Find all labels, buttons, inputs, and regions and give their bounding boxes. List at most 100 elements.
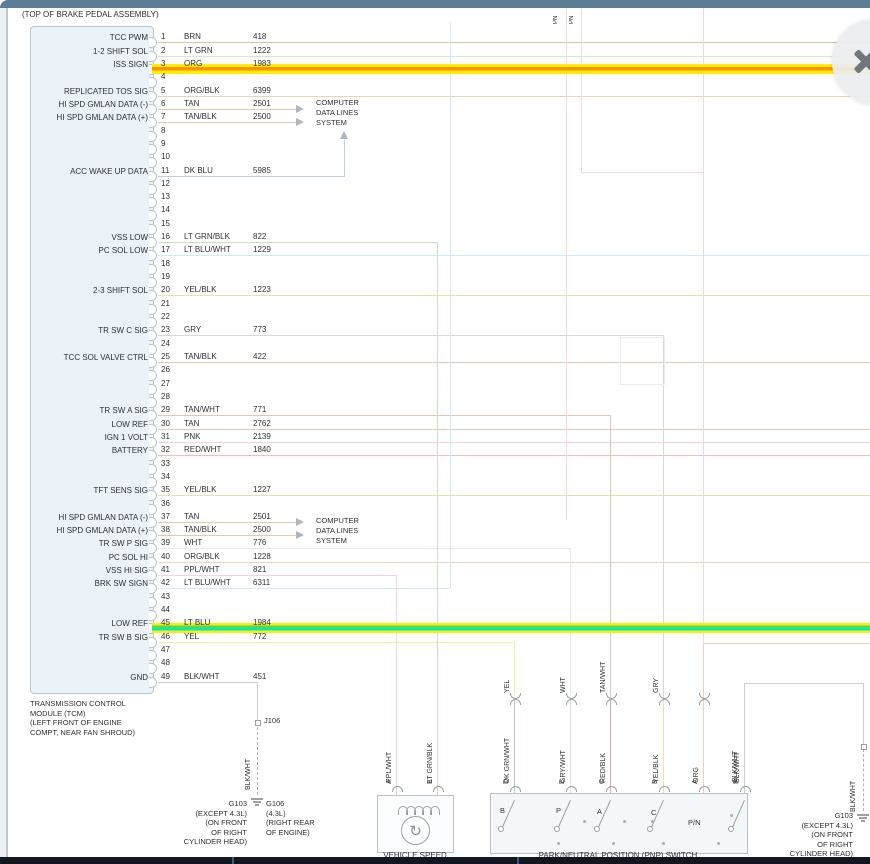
pin-number: 2 — [161, 46, 165, 56]
wire-redblk-vertical[interactable] — [610, 700, 611, 793]
pin-wire[interactable] — [158, 109, 300, 110]
pin-signal-label: VSS LOW — [26, 233, 148, 243]
data-line-arrow-icon — [296, 118, 304, 126]
close-button[interactable] — [832, 19, 870, 105]
pin-wire[interactable] — [158, 42, 870, 43]
pin-wire[interactable] — [158, 495, 870, 496]
circuit-number-label: 1229 — [253, 245, 271, 255]
pin-number: 15 — [161, 219, 170, 229]
wire-gnd-vertical[interactable] — [257, 682, 258, 720]
pin-notch — [149, 370, 157, 381]
circuit-number-label: 771 — [253, 405, 266, 415]
wire-color-label: LT BLU — [184, 618, 210, 628]
pin-wire[interactable] — [158, 575, 396, 576]
pin-wire[interactable] — [158, 642, 514, 643]
wire-brk-sw-vertical[interactable] — [450, 22, 451, 588]
pin-notch — [149, 637, 157, 648]
pin-wire[interactable] — [158, 535, 300, 536]
pin-notch — [149, 583, 157, 594]
wire-vss-low-vertical[interactable] — [437, 242, 438, 795]
top-note: (TOP OF BRAKE PEDAL ASSEMBLY) — [22, 10, 159, 20]
pin-wire[interactable] — [158, 442, 870, 443]
pin-wire[interactable] — [158, 588, 450, 589]
wire-vss-hi-vertical[interactable] — [396, 575, 397, 795]
ground-symbol-right — [857, 814, 869, 816]
pin-notch — [149, 650, 157, 661]
pin-wire[interactable] — [158, 122, 300, 123]
wire-tanwht-vertical[interactable] — [610, 415, 611, 701]
pin-wire[interactable] — [158, 522, 300, 523]
pin-wire[interactable] — [158, 242, 437, 243]
pin-notch — [149, 304, 157, 315]
pin-number: 28 — [161, 392, 170, 402]
pin-number: 36 — [161, 499, 170, 509]
wire-color-label: ORG — [184, 59, 202, 69]
pin-number: 8 — [161, 126, 165, 136]
ground-g103-left-label: (EXCEPT 4.3L) — [127, 809, 247, 819]
wire-blkwht-top-horizontal[interactable] — [744, 683, 864, 684]
circuit-number-label: 821 — [253, 565, 266, 575]
pin-wire[interactable] — [158, 335, 663, 336]
circuit-number-label: 2501 — [253, 512, 271, 522]
tcm-caption-line: TRANSMISSION CONTROL — [30, 699, 126, 709]
circuit-number-label: 2762 — [253, 419, 271, 429]
wire-color-label: TAN/WHT — [184, 405, 220, 415]
pin-notch — [149, 330, 157, 341]
wire-dkblu-vertical[interactable] — [344, 140, 345, 177]
pin-wire[interactable] — [158, 429, 870, 430]
wire-org-horizontal[interactable] — [703, 643, 870, 644]
pin-wire[interactable] — [158, 295, 870, 296]
pin-wire[interactable] — [158, 56, 870, 57]
pin-signal-label: REPLICATED TOS SIG — [26, 87, 148, 97]
pin-number: 29 — [161, 405, 170, 415]
bg-wire-pink-vertical-2[interactable] — [581, 8, 582, 173]
circuit-number-label: 2500 — [253, 112, 271, 122]
pnp-contact-dot — [651, 820, 654, 823]
pin-wire[interactable] — [158, 96, 870, 97]
pin-number: 3 — [161, 59, 165, 69]
wire-blkwht-right-vertical[interactable] — [863, 683, 864, 745]
pin-wire[interactable] — [158, 455, 870, 456]
pin-number: 14 — [161, 205, 170, 215]
pin-wire[interactable] — [158, 176, 345, 177]
pin-number: 48 — [161, 658, 170, 668]
pin-notch — [149, 171, 157, 182]
pin-number: 13 — [161, 192, 170, 202]
pin-notch — [149, 104, 157, 115]
ground-g103-right-label: (EXCEPT 4.3L) — [732, 821, 853, 831]
pin-wire[interactable] — [158, 255, 870, 256]
pin-signal-label: 1-2 SHIFT SOL — [26, 47, 148, 57]
pnp-switch-box[interactable] — [490, 793, 748, 854]
circuit-number-label: 1984 — [253, 618, 271, 628]
circuit-number-label: 772 — [253, 632, 266, 642]
pin-number: 12 — [161, 179, 170, 189]
bg-wire-pink-horizontal[interactable] — [581, 172, 703, 173]
wire-gry-vertical[interactable] — [663, 335, 664, 701]
pin-notch — [149, 677, 157, 688]
pin-notch — [149, 610, 157, 621]
pin-number: 4 — [161, 72, 165, 82]
pin-notch — [149, 424, 157, 435]
wire-yelblk-vertical[interactable] — [663, 700, 664, 793]
wire-dkgrnwht-vertical[interactable] — [514, 700, 515, 793]
wire-blkwht-right-dashed[interactable] — [863, 749, 864, 811]
computer-data-lines-label: DATA LINES — [316, 526, 358, 536]
pin-notch — [149, 517, 157, 528]
pin-notch — [149, 77, 157, 88]
wire-org-vertical[interactable] — [703, 643, 704, 793]
pin-wire[interactable] — [158, 562, 870, 563]
wire-gnd-horizontal[interactable] — [158, 682, 258, 683]
wire-color-label: GRY — [184, 325, 201, 335]
wire-grywht-vertical[interactable] — [570, 700, 571, 793]
wire-color-label: BLK/WHT — [184, 672, 220, 682]
computer-data-lines-label: DATA LINES — [316, 108, 358, 118]
wire-gnd-dashed[interactable] — [257, 727, 258, 795]
pin-wire[interactable] — [158, 548, 570, 549]
pin-wire[interactable] — [158, 362, 870, 363]
bg-wire-salmon-vertical[interactable] — [703, 8, 704, 644]
splice-wire-label: BLK/WHT — [244, 726, 254, 790]
circuit-number-label: 2501 — [253, 99, 271, 109]
wire-blkwht-f-vertical[interactable] — [744, 683, 745, 793]
pin-wire[interactable] — [158, 415, 610, 416]
bg-wire-pink-vertical-1[interactable] — [566, 8, 567, 520]
